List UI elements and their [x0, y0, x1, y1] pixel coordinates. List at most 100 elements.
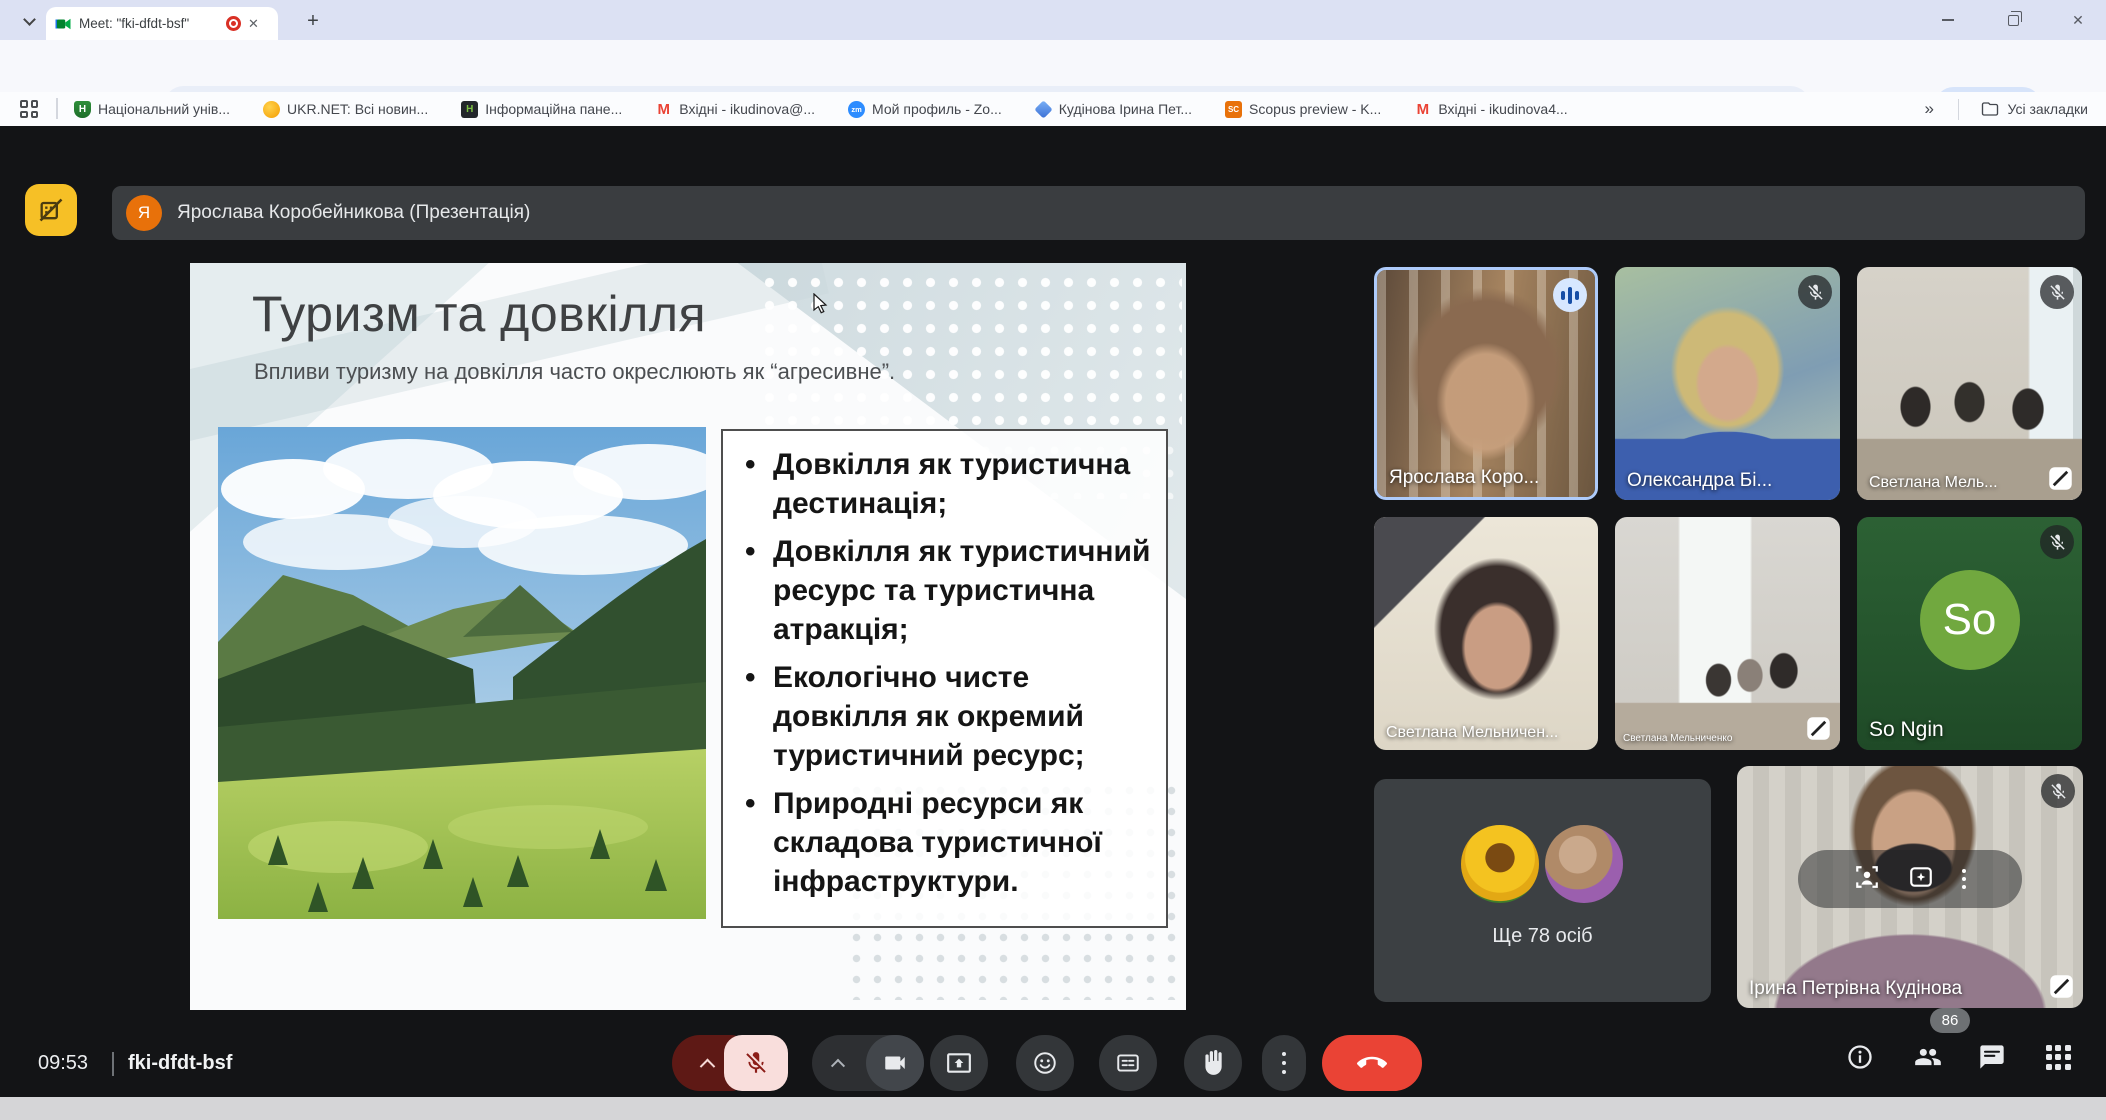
microphone-muted-button[interactable]: [724, 1035, 788, 1091]
slide-photo-landscape: [218, 427, 706, 919]
expand-tile-icon[interactable]: [1805, 715, 1832, 742]
more-participants-label: Ще 78 осіб: [1374, 925, 1711, 948]
video-tile-iryna[interactable]: Ірина Петрівна Кудінова: [1737, 766, 2083, 1008]
camera-options-chevron[interactable]: [831, 1059, 845, 1073]
emoji-icon: [1032, 1050, 1058, 1076]
participant-name: Олександра Бі...: [1627, 470, 1772, 492]
video-tile-svetlana-closeup[interactable]: Светлана Мельничен...: [1374, 517, 1598, 750]
participants-button[interactable]: [1910, 1039, 1946, 1075]
captions-icon: [1115, 1050, 1141, 1076]
mic-muted-icon: [2040, 525, 2074, 559]
bookmarks-bar: HНаціональний унів... UKR.NET: Всі новин…: [0, 92, 2106, 126]
slide-bullet: Природні ресурси як складова туристичної…: [737, 784, 1156, 901]
window-close-button[interactable]: ✕: [2062, 6, 2094, 34]
mic-off-icon: [743, 1050, 769, 1076]
people-icon: [1914, 1043, 1942, 1071]
apps-grid-icon[interactable]: [20, 100, 38, 118]
slide-bullet: Довкілля як туристичний ресурс та турист…: [737, 532, 1156, 649]
participant-name: Светлана Мельниченко: [1623, 733, 1732, 744]
participant-avatar: [1545, 825, 1623, 903]
participant-name: Ірина Петрівна Кудінова: [1749, 978, 1962, 1000]
slashed-grid-icon: [37, 196, 65, 224]
browser-titlebar: Meet: "fki-dfdt-bsf" ✕ + ✕: [0, 0, 2106, 40]
captions-button[interactable]: [1099, 1035, 1157, 1091]
presenter-banner[interactable]: Я Ярослава Коробейникова (Презентація): [112, 186, 2085, 240]
present-screen-button[interactable]: [930, 1035, 988, 1091]
end-call-button[interactable]: [1322, 1035, 1422, 1091]
avatar-initials: So: [1920, 570, 2020, 670]
bottom-strip: [0, 1097, 2106, 1120]
call-end-icon: [1357, 1048, 1387, 1078]
video-tile-svetlana-room[interactable]: Светлана Мель...: [1857, 267, 2082, 500]
expand-tile-icon[interactable]: [2047, 465, 2074, 492]
slide-bullet-box: Довкілля як туристична дестинація; Довкі…: [721, 429, 1168, 928]
browser-toolbar: meet.google.com/fki-dfdt-bsf Освіта: [0, 40, 2106, 92]
window-minimize-button[interactable]: [1932, 6, 1964, 34]
video-tile-oleksandra[interactable]: Олександра Бі...: [1615, 267, 1840, 500]
participant-name: So Ngin: [1869, 718, 1944, 742]
mic-muted-icon: [1798, 275, 1832, 309]
mic-muted-icon: [2040, 275, 2074, 309]
tab-title: Meet: "fki-dfdt-bsf": [79, 16, 219, 31]
bookmark-favicon: M: [1414, 101, 1431, 118]
presentation-slide[interactable]: Туризм та довкілля Впливи туризму на дов…: [190, 263, 1186, 1010]
screen: Meet: "fki-dfdt-bsf" ✕ + ✕ meet.google.c…: [0, 0, 2106, 1120]
info-icon: [1846, 1043, 1874, 1071]
meeting-info-button[interactable]: [1842, 1039, 1878, 1075]
browser-tab[interactable]: Meet: "fki-dfdt-bsf" ✕: [46, 7, 278, 40]
speaking-indicator-icon: [1553, 278, 1587, 312]
more-options-button[interactable]: [1262, 1035, 1306, 1091]
frame-person-button[interactable]: [1854, 864, 1880, 895]
new-tab-button[interactable]: +: [300, 9, 326, 35]
clock-time: 09:53: [38, 1052, 88, 1075]
overflow-participants-tile[interactable]: Ще 78 осіб: [1374, 779, 1711, 1002]
grid-icon: [2046, 1045, 2071, 1070]
bookmark-item[interactable]: MВхідні - ikudinova4...: [1414, 101, 1567, 118]
participant-name: Светлана Мельничен...: [1386, 724, 1558, 742]
video-tile-yaroslava[interactable]: Ярослава Коро...: [1374, 267, 1598, 500]
participant-name: Светлана Мель...: [1869, 474, 1998, 492]
meet-favicon-icon: [54, 15, 72, 33]
bookmark-favicon: zm: [848, 101, 865, 118]
mouse-cursor: [812, 293, 832, 315]
bookmarks-overflow-chevron[interactable]: »: [1925, 99, 1934, 119]
tab-search-chevron-icon[interactable]: [16, 10, 42, 32]
bookmark-favicon: M: [655, 101, 672, 118]
raise-hand-button[interactable]: [1184, 1035, 1242, 1091]
bookmark-item[interactable]: HНаціональний унів...: [74, 101, 230, 118]
bookmark-favicon: SC: [1225, 101, 1242, 118]
hand-icon: [1200, 1050, 1226, 1076]
camera-button[interactable]: [866, 1035, 924, 1091]
bookmark-item[interactable]: HІнформаційна пане...: [461, 101, 622, 118]
all-bookmarks-button[interactable]: Усі закладки: [1981, 100, 2088, 118]
bookmark-item[interactable]: zmМой профиль - Zo...: [848, 101, 1002, 118]
presenter-avatar: Я: [126, 195, 162, 231]
bookmark-favicon: [263, 101, 280, 118]
present-icon: [946, 1050, 972, 1076]
bookmark-item[interactable]: Кудінова Ірина Пет...: [1035, 101, 1192, 117]
bookmark-item[interactable]: MВхідні - ikudinova@...: [655, 101, 815, 118]
slide-subtitle: Впливи туризму на довкілля часто окреслю…: [254, 359, 895, 385]
mic-muted-icon: [2041, 774, 2075, 808]
slide-title: Туризм та довкілля: [252, 285, 706, 343]
reactions-button[interactable]: [1016, 1035, 1074, 1091]
window-restore-button[interactable]: [1997, 6, 2029, 34]
meeting-code: fki-dfdt-bsf: [128, 1052, 232, 1075]
bookmark-item[interactable]: UKR.NET: Всі новин...: [263, 101, 428, 118]
bookmark-favicon: H: [461, 101, 478, 118]
video-tile-so-ngin[interactable]: So So Ngin: [1857, 517, 2082, 750]
bookmark-item[interactable]: SCScopus preview - K...: [1225, 101, 1381, 118]
chat-icon: [1978, 1043, 2006, 1071]
expand-tile-icon[interactable]: [2048, 973, 2075, 1000]
activities-button[interactable]: [2040, 1039, 2076, 1075]
camera-control-group[interactable]: [812, 1035, 924, 1091]
apply-effects-button[interactable]: [1908, 864, 1934, 895]
slide-bullet: Довкілля як туристична дестинація;: [737, 445, 1156, 523]
participant-avatar: [1461, 825, 1539, 903]
tab-close-icon[interactable]: ✕: [248, 16, 259, 32]
chat-button[interactable]: [1974, 1039, 2010, 1075]
video-tile-classroom[interactable]: Светлана Мельниченко: [1615, 517, 1840, 750]
presentation-paused-button[interactable]: [25, 184, 77, 236]
bookmark-favicon: H: [74, 101, 91, 118]
tile-more-options-button[interactable]: [1962, 869, 1966, 889]
